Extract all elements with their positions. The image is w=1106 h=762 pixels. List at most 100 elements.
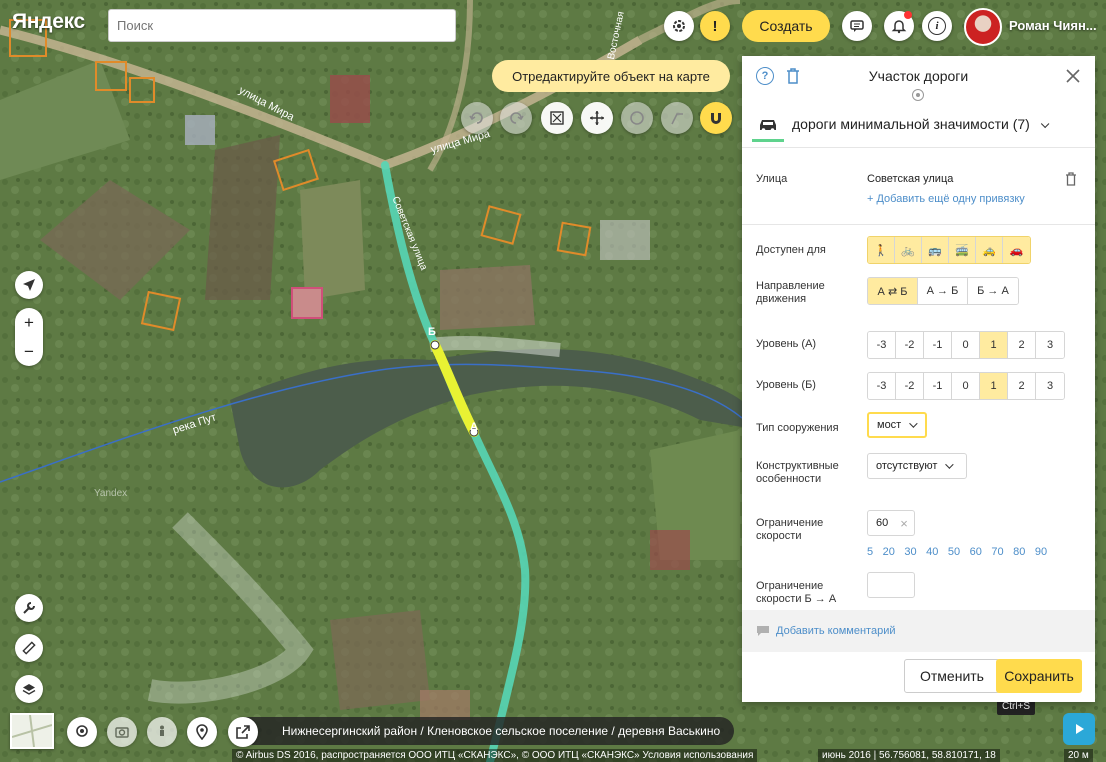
speed-preset[interactable]: 70 (991, 546, 1003, 558)
placemark-button[interactable] (187, 717, 217, 747)
level-a-option[interactable]: -2 (896, 332, 924, 358)
edit-tip: Отредактируйте объект на карте (492, 60, 730, 92)
level-a-option[interactable]: 0 (952, 332, 980, 358)
access-car[interactable]: 🚗 (1003, 237, 1030, 263)
remove-street-button[interactable] (1064, 171, 1078, 187)
locate-button[interactable] (15, 271, 43, 299)
access-bicycle[interactable]: 🚲 (895, 237, 922, 263)
chevron-down-icon (945, 460, 955, 469)
breadcrumb-text[interactable]: Нижнесергинский район / Кленовское сельс… (282, 724, 720, 738)
level-b-option[interactable]: -3 (868, 373, 896, 399)
zoom-out-button[interactable]: − (24, 342, 34, 361)
level-a-option-selected[interactable]: 1 (980, 332, 1008, 358)
add-binding-link[interactable]: + Добавить ещё одну привязку (867, 193, 1025, 205)
access-bus[interactable]: 🚌 (922, 237, 949, 263)
cancel-button[interactable]: Отменить (904, 659, 1000, 693)
notifications-button[interactable] (884, 11, 914, 41)
speed-preset[interactable]: 20 (883, 546, 895, 558)
car-icon (760, 119, 776, 132)
speed-limit-ba-input[interactable] (867, 572, 915, 598)
panel-title: Участок дороги (868, 68, 969, 84)
speed-preset[interactable]: 50 (948, 546, 960, 558)
undo-icon (469, 112, 483, 124)
minimap-button[interactable] (10, 713, 54, 749)
zoom-control: + − (15, 308, 43, 366)
chat-widget-button[interactable] (1063, 713, 1095, 745)
level-b-option[interactable]: -2 (896, 373, 924, 399)
direction-a-to-b[interactable]: А → Б (918, 278, 968, 304)
level-b-option-selected[interactable]: 1 (980, 373, 1008, 399)
access-pedestrian[interactable]: 🚶 (868, 237, 895, 263)
info-button[interactable]: i (922, 11, 952, 41)
level-a-option[interactable]: -3 (868, 332, 896, 358)
access-taxi[interactable]: 🚕 (976, 237, 1003, 263)
redo-button[interactable] (500, 102, 532, 134)
street-label: Улица (756, 173, 788, 185)
layers-button[interactable] (15, 675, 43, 703)
undo-button[interactable] (461, 102, 493, 134)
speed-preset[interactable]: 90 (1035, 546, 1047, 558)
level-a-option[interactable]: 2 (1008, 332, 1036, 358)
constructive-label: Конструктивные особенности (756, 460, 839, 485)
divider (742, 224, 1095, 225)
chevron-down-icon (1040, 119, 1050, 129)
add-comment-text: Добавить комментарий (776, 625, 896, 637)
move-icon (590, 111, 604, 125)
wrench-icon (23, 602, 35, 614)
access-modes: 🚶 🚲 🚌 🚎 🚕 🚗 (867, 236, 1031, 264)
street-view-button[interactable] (147, 717, 177, 747)
structure-type-select[interactable]: мост (867, 412, 927, 438)
street-value[interactable]: Советская улица (867, 173, 953, 185)
category-selector[interactable]: дороги минимальной значимости (7) (742, 100, 1095, 148)
select-area-button[interactable] (541, 102, 573, 134)
search-input[interactable] (108, 9, 456, 42)
panorama-button[interactable] (67, 717, 97, 747)
panel-header: ? Участок дороги (742, 56, 1095, 101)
settings-button[interactable] (664, 11, 694, 41)
direction-b-to-a[interactable]: Б → А (968, 278, 1018, 304)
ruler-button[interactable] (15, 634, 43, 662)
rotate-button[interactable] (621, 102, 653, 134)
level-b-option[interactable]: 2 (1008, 373, 1036, 399)
access-trolleybus[interactable]: 🚎 (949, 237, 976, 263)
user-name[interactable]: Роман Чиян... (1009, 18, 1097, 33)
chevron-down-icon (909, 419, 918, 428)
level-b-option[interactable]: 3 (1036, 373, 1064, 399)
tools-button[interactable] (15, 594, 43, 622)
speed-preset[interactable]: 80 (1013, 546, 1025, 558)
speed-preset[interactable]: 30 (904, 546, 916, 558)
direction-label: Направление движения (756, 280, 825, 305)
speed-preset[interactable]: 60 (970, 546, 982, 558)
move-button[interactable] (581, 102, 613, 134)
bell-icon (891, 20, 907, 34)
speed-preset[interactable]: 5 (867, 546, 873, 558)
constructive-select[interactable]: отсутствуют (867, 453, 967, 479)
save-button[interactable]: Сохранить (996, 659, 1082, 693)
straighten-button[interactable] (661, 102, 693, 134)
add-comment-link[interactable]: Добавить комментарий (742, 610, 1095, 652)
create-button[interactable]: Создать (742, 10, 830, 42)
yandex-logo[interactable]: Яндекс (12, 10, 85, 34)
level-b-option[interactable]: 0 (952, 373, 980, 399)
level-b-option[interactable]: -1 (924, 373, 952, 399)
level-a-option[interactable]: 3 (1036, 332, 1064, 358)
redo-icon (510, 112, 524, 124)
avatar[interactable] (964, 8, 1002, 46)
share-link-button[interactable] (228, 717, 258, 747)
speed-limit-input[interactable]: 60 × (867, 510, 915, 536)
attributes-form[interactable]: Улица Советская улица + Добавить ещё одн… (742, 152, 1095, 610)
speed-preset[interactable]: 40 (926, 546, 938, 558)
zoom-in-button[interactable]: + (24, 313, 34, 332)
photo-button[interactable] (107, 717, 137, 747)
location-breadcrumb[interactable]: Нижнесергинский район / Кленовское сельс… (232, 717, 735, 745)
alert-button[interactable]: ! (700, 11, 730, 41)
messages-button[interactable] (842, 11, 872, 41)
category-label[interactable]: дороги минимальной значимости (7) (792, 116, 1050, 132)
clear-icon[interactable]: × (900, 516, 908, 531)
close-panel-button[interactable] (1064, 67, 1082, 85)
level-a-option[interactable]: -1 (924, 332, 952, 358)
direction-both[interactable]: А ⇄ Б (868, 278, 918, 304)
scale-bar: 20 м (1064, 749, 1093, 762)
snap-button[interactable] (700, 102, 732, 134)
copyright-text[interactable]: © Airbus DS 2016, распространяется ООО И… (232, 749, 758, 762)
